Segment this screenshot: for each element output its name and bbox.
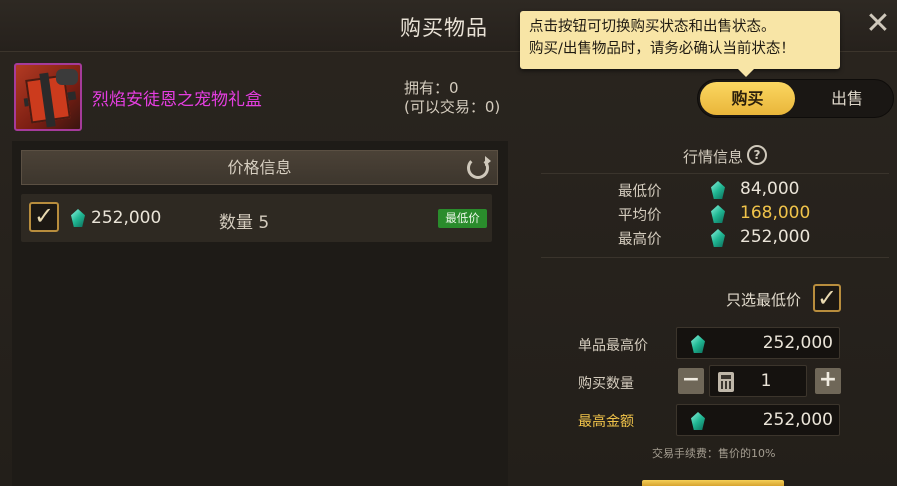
- confirm-button[interactable]: [642, 480, 784, 486]
- help-icon[interactable]: ?: [747, 145, 767, 165]
- max-unit-price-value: 252,000: [762, 333, 833, 353]
- average-price-label: 平均价: [618, 208, 662, 224]
- quantity-field[interactable]: 1: [709, 365, 807, 397]
- item-name: 烈焰安徒恩之宠物礼盒: [92, 90, 262, 110]
- trade-window: 购买物品 ✕ 点击按钮可切换购买状态和出售状态。 购买/出售物品时，请务必确认当…: [0, 0, 897, 486]
- gem-currency-icon: [711, 205, 725, 223]
- gem-currency-icon: [711, 181, 725, 199]
- close-button[interactable]: ✕: [863, 9, 893, 40]
- listing-quantity: 数量 5: [219, 213, 270, 233]
- gift-box-icon: [14, 63, 82, 131]
- listing-checkbox[interactable]: ✓: [29, 202, 59, 232]
- buy-mode-button[interactable]: 购买: [700, 82, 795, 115]
- buy-sell-toggle: 购买 出售: [697, 79, 894, 118]
- lowest-price-label: 最低价: [618, 184, 662, 200]
- mode-hint-tooltip: 点击按钮可切换购买状态和出售状态。 购买/出售物品时，请务必确认当前状态！: [520, 11, 840, 77]
- price-info-panel: 价格信息 ✓ 252,000 数量 5 最低价: [12, 141, 508, 486]
- highest-price-label: 最高价: [618, 232, 662, 248]
- price-info-header: 价格信息: [21, 150, 498, 185]
- max-total-label: 最高金额: [578, 414, 634, 430]
- lowest-only-checkbox[interactable]: ✓: [813, 284, 841, 312]
- listing-row[interactable]: ✓ 252,000 数量 5 最低价: [21, 194, 492, 242]
- quantity-value: 1: [760, 371, 772, 391]
- gem-currency-icon: [691, 335, 705, 353]
- max-total-field: 252,000: [676, 404, 840, 436]
- divider: [541, 257, 889, 258]
- market-info-title: 行情信息: [683, 148, 744, 166]
- divider: [541, 173, 889, 174]
- lowest-price-value: 84,000: [740, 179, 800, 199]
- highest-price-value: 252,000: [740, 227, 811, 247]
- tooltip-line-2: 购买/出售物品时，请务必确认当前状态！: [529, 41, 795, 57]
- quantity-decrease-button[interactable]: −: [678, 368, 704, 394]
- owned-label: 拥有：0: [404, 79, 459, 97]
- lowest-price-badge: 最低价: [438, 209, 487, 228]
- sell-mode-button[interactable]: 出售: [810, 82, 884, 115]
- gem-currency-icon: [711, 229, 725, 247]
- average-price-value: 168,000: [740, 203, 811, 223]
- window-title: 购买物品: [400, 16, 488, 40]
- quantity-label: 购买数量: [578, 376, 634, 392]
- listing-price: 252,000: [91, 208, 162, 228]
- quantity-increase-button[interactable]: +: [815, 368, 841, 394]
- gem-currency-icon: [71, 209, 85, 227]
- tradable-label: (可以交易：0): [404, 98, 501, 116]
- lowest-only-label: 只选最低价: [726, 291, 802, 309]
- tooltip-line-1: 点击按钮可切换购买状态和出售状态。: [529, 19, 776, 35]
- fee-note: 交易手续费：售价的10%: [652, 447, 776, 460]
- refresh-icon[interactable]: [467, 156, 491, 179]
- price-info-title: 价格信息: [227, 158, 292, 177]
- max-total-value: 252,000: [762, 410, 833, 430]
- owned-count: 拥有：0 (可以交易：0): [404, 79, 500, 117]
- max-unit-price-field[interactable]: 252,000: [676, 327, 840, 359]
- gem-currency-icon: [691, 412, 705, 430]
- max-unit-price-label: 单品最高价: [578, 338, 648, 354]
